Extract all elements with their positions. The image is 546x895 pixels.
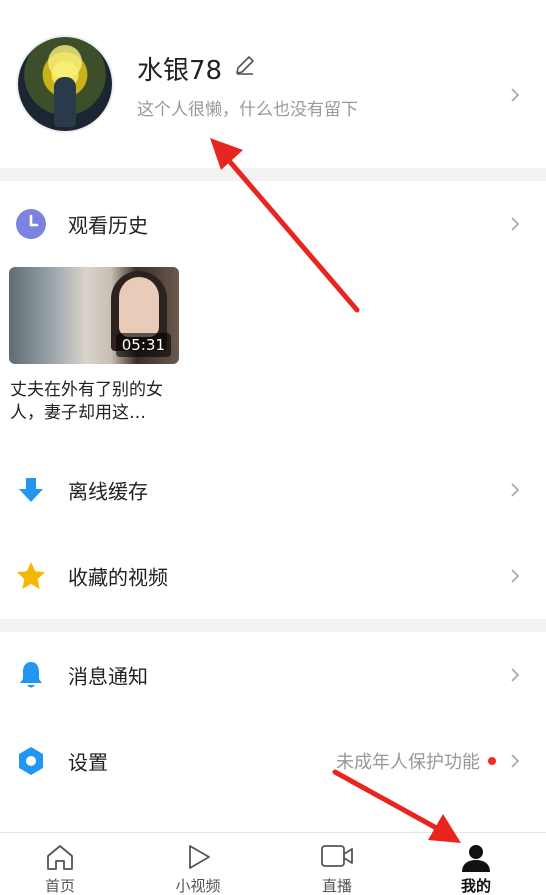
- bio-text: 这个人很懒，什么也没有留下: [137, 100, 358, 120]
- play-icon: [189, 845, 210, 869]
- notification-dot: [488, 757, 496, 765]
- history-video-title[interactable]: 丈夫在外有了别的女人，妻子却用这…: [10, 379, 185, 425]
- menu-item-offline[interactable]: 离线缓存: [0, 447, 546, 533]
- avatar[interactable]: [18, 37, 112, 131]
- chevron-right-icon: [511, 754, 520, 768]
- tab-home[interactable]: 首页: [5, 833, 115, 895]
- chevron-right-icon: [511, 217, 520, 231]
- menu-item-history[interactable]: 观看历史: [0, 181, 546, 267]
- thumbnail-face: [119, 277, 159, 337]
- menu-item-label: 消息通知: [68, 664, 148, 689]
- tab-label: 直播: [321, 877, 352, 895]
- chevron-right-icon: [511, 483, 520, 497]
- bottom-tab-bar: 首页 小视频 直播 我的: [0, 832, 546, 895]
- bottom-spacer: [0, 804, 546, 832]
- bell-icon: [20, 662, 42, 688]
- chevron-right-icon: [511, 88, 520, 102]
- tab-label: 小视频: [175, 877, 221, 895]
- menu-item-favorites[interactable]: 收藏的视频: [0, 533, 546, 619]
- edit-icon[interactable]: [234, 54, 256, 76]
- history-video-thumbnail[interactable]: 05:31: [9, 267, 179, 364]
- tab-short-video[interactable]: 小视频: [143, 833, 253, 895]
- download-icon: [19, 478, 43, 502]
- menu-item-label: 收藏的视频: [68, 565, 168, 590]
- settings-hexagon-icon: [19, 747, 43, 775]
- menu-item-label: 观看历史: [68, 213, 148, 238]
- video-duration: 05:31: [115, 333, 171, 357]
- menu-item-label: 离线缓存: [68, 479, 148, 504]
- section-divider: [0, 619, 546, 632]
- chevron-right-icon: [511, 668, 520, 682]
- profile-header[interactable]: 水银78 这个人很懒，什么也没有留下: [0, 0, 546, 168]
- tab-live[interactable]: 直播: [282, 833, 392, 895]
- video-camera-icon: [321, 845, 353, 867]
- section-divider: [0, 168, 546, 181]
- clock-icon: [16, 209, 46, 239]
- tab-label: 我的: [460, 877, 491, 895]
- home-icon: [47, 845, 73, 870]
- menu-item-settings[interactable]: 设置 未成年人保护功能: [0, 718, 546, 804]
- tab-label: 首页: [44, 877, 75, 895]
- tab-mine[interactable]: 我的: [421, 833, 531, 895]
- star-icon: [17, 562, 45, 589]
- chevron-right-icon: [511, 569, 520, 583]
- minor-protection-text: 未成年人保护功能: [336, 752, 480, 773]
- username: 水银78: [137, 56, 223, 86]
- menu-item-notifications[interactable]: 消息通知: [0, 632, 546, 718]
- menu-item-label: 设置: [68, 750, 108, 775]
- user-icon: [462, 845, 490, 872]
